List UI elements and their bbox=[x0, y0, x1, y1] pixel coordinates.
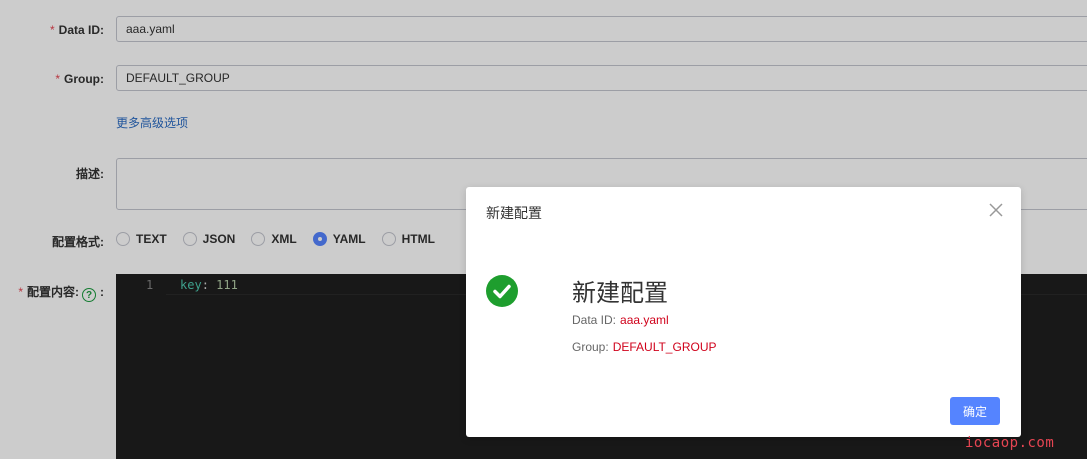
dialog-title: 新建配置 bbox=[486, 205, 542, 221]
close-icon[interactable] bbox=[988, 202, 1004, 218]
check-circle-icon bbox=[486, 275, 518, 307]
result-group: Group: DEFAULT_GROUP bbox=[572, 340, 717, 354]
watermark: iocaop.com bbox=[965, 435, 1055, 451]
result-title: 新建配置 bbox=[572, 280, 668, 307]
result-data-id: Data ID: aaa.yaml bbox=[572, 313, 669, 327]
ok-button[interactable]: 确定 bbox=[950, 397, 1000, 425]
create-config-dialog: 新建配置 新建配置 Data ID: aaa.yaml Group: DEFAULT… bbox=[466, 187, 1021, 437]
